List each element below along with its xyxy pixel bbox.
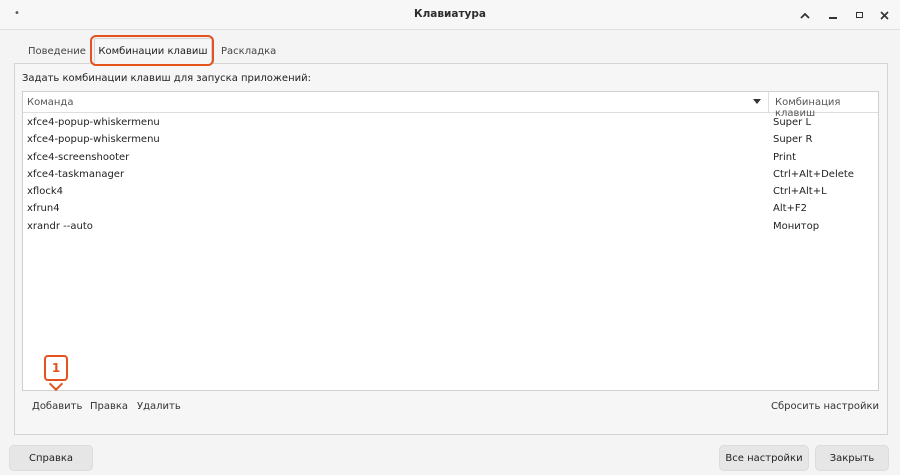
step-callout: 1 xyxy=(44,355,68,392)
table-row[interactable]: xfrun4 Alt+F2 xyxy=(23,200,878,217)
table-body: xfce4-popup-whiskermenu Super L xfce4-po… xyxy=(23,114,878,235)
window-title: Клавиатура xyxy=(414,8,486,20)
reset-button[interactable]: Сбросить настройки xyxy=(771,401,879,412)
maximize-icon xyxy=(855,12,863,18)
edit-button[interactable]: Правка xyxy=(90,401,128,412)
close-icon xyxy=(879,10,889,20)
maximize-button[interactable] xyxy=(850,6,868,24)
tab-behavior[interactable]: Поведение xyxy=(20,38,94,64)
shortcut-cell: Print xyxy=(773,151,797,163)
table-row[interactable]: xrandr --auto Монитор xyxy=(23,218,878,235)
column-header-command[interactable]: Команда xyxy=(27,97,73,108)
help-button[interactable]: Справка xyxy=(9,445,93,471)
shortcut-cell: Alt+F2 xyxy=(773,203,808,215)
command-cell: xrandr --auto xyxy=(27,220,93,232)
command-cell: xfrun4 xyxy=(27,203,60,215)
sort-arrow-icon[interactable] xyxy=(753,99,761,104)
shortcut-cell: Монитор xyxy=(773,220,820,232)
title-bar: • Клавиатура xyxy=(0,0,900,30)
add-button[interactable]: Добавить xyxy=(32,401,82,412)
shortcut-cell: Super L xyxy=(773,117,812,128)
shortcuts-table: Команда Комбинация клавиш xfce4-popup-wh… xyxy=(22,91,879,391)
tab-layout[interactable]: Раскладка xyxy=(213,38,284,64)
shortcut-cell: Super R xyxy=(773,134,813,146)
table-row[interactable]: xfce4-screenshooter Print xyxy=(23,149,878,166)
command-cell: xfce4-popup-whiskermenu xyxy=(27,134,160,146)
tab-shortcuts[interactable]: Комбинации клавиш xyxy=(94,38,212,65)
shortcut-cell: Ctrl+Alt+L xyxy=(773,186,827,198)
close-window-button[interactable] xyxy=(875,6,893,24)
command-cell: xfce4-taskmanager xyxy=(27,168,125,180)
table-row[interactable]: xfce4-taskmanager Ctrl+Alt+Delete xyxy=(23,166,878,183)
command-cell: xfce4-screenshooter xyxy=(27,151,130,163)
shortcut-cell: Ctrl+Alt+Delete xyxy=(773,168,854,180)
shortcuts-description: Задать комбинации клавиш для запуска при… xyxy=(22,73,311,84)
minimize-button[interactable] xyxy=(824,6,842,24)
column-divider[interactable] xyxy=(768,92,769,113)
command-cell: xflock4 xyxy=(27,186,63,198)
table-header: Команда Комбинация клавиш xyxy=(23,92,878,119)
minimize-icon xyxy=(829,17,837,19)
keyboard-settings-window: • Клавиатура Поведение Комбинации клавиш… xyxy=(0,0,900,475)
shade-button[interactable] xyxy=(796,6,814,24)
command-cell: xfce4-popup-whiskermenu xyxy=(27,117,160,128)
table-row[interactable]: xflock4 Ctrl+Alt+L xyxy=(23,183,878,200)
chevron-up-icon xyxy=(800,12,810,19)
callout-number: 1 xyxy=(44,355,68,381)
table-row[interactable]: xfce4-popup-whiskermenu Super L xyxy=(23,114,878,131)
shortcuts-toolbar: Добавить Правка Удалить Сбросить настрой… xyxy=(22,392,879,422)
all-settings-button[interactable]: Все настройки xyxy=(719,445,809,471)
table-row[interactable]: xfce4-popup-whiskermenu Super R xyxy=(23,131,878,148)
close-button[interactable]: Закрыть xyxy=(815,445,889,471)
delete-button[interactable]: Удалить xyxy=(137,401,181,412)
